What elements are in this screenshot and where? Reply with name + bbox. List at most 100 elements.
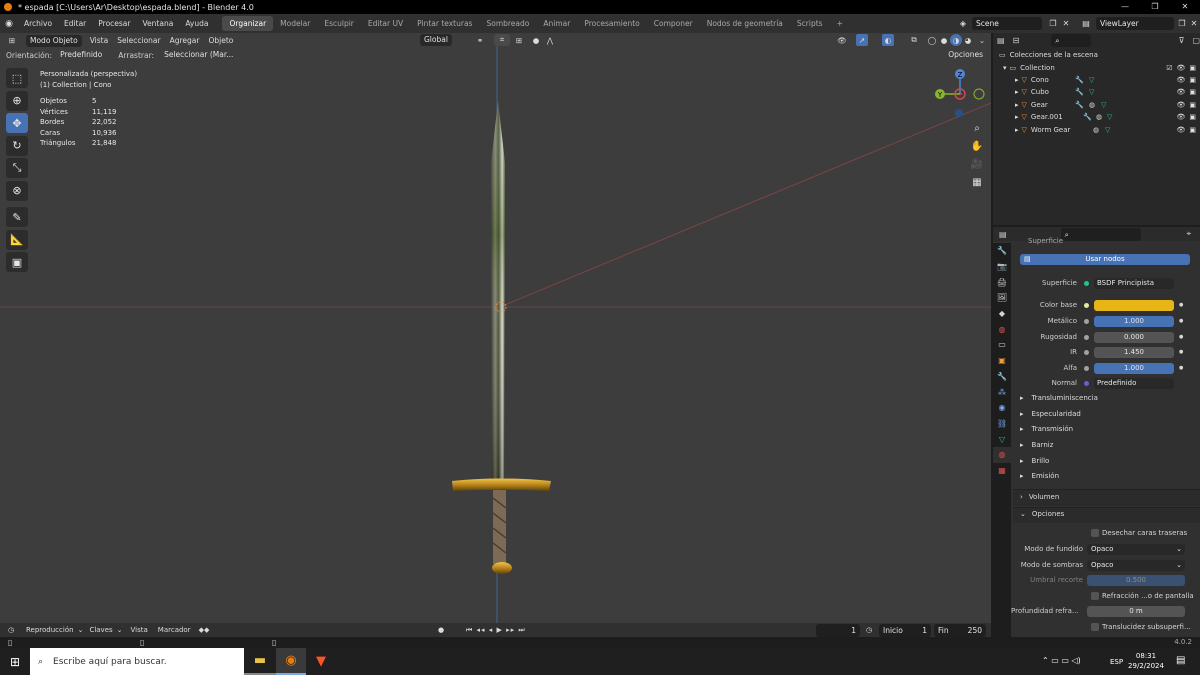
subsurface-checkbox[interactable]: Translucidez subsuperfi... [1091,623,1191,631]
subsection-transmision[interactable]: ▸ Transmisión [1020,425,1073,433]
start-frame-field[interactable]: Inicio 1 [879,624,931,637]
tab-componer[interactable]: Componer [647,16,700,31]
falloff-icon[interactable]: ⋀ [544,34,556,46]
menu-vista[interactable]: Vista [90,36,109,45]
material-tab-icon[interactable]: ◍ [993,446,1011,463]
pan-hand-icon[interactable]: ✋ [968,137,986,155]
taskbar-clock[interactable]: 08:31 29/2/2024 [1128,651,1164,671]
tab-sombreado[interactable]: Sombreado [479,16,536,31]
outliner-collection[interactable]: ▾ ▭ Collection ☑ 👁 ▣ [993,61,1200,73]
data-tab-icon[interactable]: ▽ [993,431,1011,447]
drag-selector[interactable]: Seleccionar (Mar... [160,49,237,61]
ior-field[interactable]: 1.450 [1094,346,1174,358]
menu-procesar[interactable]: Procesar [92,19,136,28]
proportional-edit-icon[interactable]: ● [530,34,542,46]
outliner-search-input[interactable]: ⌕ [1051,34,1091,47]
menu-vista-timeline[interactable]: Vista [131,626,148,634]
pin-icon[interactable]: ⌖ [1187,229,1192,239]
backface-checkbox[interactable]: Desechar caras traseras [1091,529,1187,537]
pivot-icon[interactable]: ⚭ [472,34,488,46]
move-icon[interactable]: ✥ [6,113,28,133]
outliner-item[interactable]: ▸ ▽ Gear 🔧 ◍ ▽ 👁 ▣ [993,99,1200,111]
world-tab-icon[interactable]: ◍ [993,321,1011,337]
tab-editar-uv[interactable]: Editar UV [361,16,410,31]
system-tray-icons[interactable]: ⌃ ▭ ▭ ◁) [1042,656,1081,665]
subsection-brillo[interactable]: ▸ Brillo [1020,457,1049,465]
display-mode-icon[interactable]: ⊟ [1013,36,1020,45]
annotate-icon[interactable]: ✎ [6,207,28,227]
clip-threshold-slider[interactable]: 0.500 [1087,574,1185,586]
tab-pintar-texturas[interactable]: Pintar texturas [410,16,479,31]
orientation-selector[interactable]: Predefinido [56,49,106,61]
use-nodes-button[interactable]: ▤ Usar nodos [1020,254,1190,265]
menu-claves[interactable]: Claves [89,626,112,634]
shading-options-icon[interactable]: ⌄ [976,34,988,46]
subsection-especularidad[interactable]: ▸ Especularidad [1020,410,1081,418]
outliner-item[interactable]: ▸ ▽ Gear.001 🔧 ◍ ▽ 👁 ▣ [993,111,1200,123]
new-collection-icon[interactable]: ▢ [1192,36,1200,45]
base-color-swatch[interactable] [1094,299,1174,311]
cursor-icon[interactable]: ⊕ [6,90,28,111]
view-layer-icon[interactable]: ▤ [1078,17,1094,30]
physics-tab-icon[interactable]: ◉ [993,400,1011,416]
gizmo-toggle-icon[interactable]: ↗ [856,34,868,46]
outliner-root[interactable]: ▭ Colecciones de la escena [993,49,1200,61]
object-tab-icon[interactable]: ▣ [993,353,1011,369]
menu-archivo[interactable]: Archivo [18,19,58,28]
scene-selector[interactable]: Scene [972,17,1042,30]
outliner-item[interactable]: ▸ ▽ Worm Gear ◍ ▽ 👁 ▣ [993,123,1200,135]
overlay-toggle-icon[interactable]: ◐ [882,34,894,46]
metallic-slider[interactable]: 1.000 [1094,315,1174,327]
refraction-checkbox[interactable]: Refracción ...o de pantalla [1091,592,1194,600]
navigation-gizmo[interactable]: Z Y [930,66,990,126]
shadow-mode-selector[interactable]: Opaco ⌄ [1087,559,1185,571]
notifications-icon[interactable]: ▤ [1176,655,1185,666]
alpha-slider[interactable]: 1.000 [1094,362,1174,374]
menu-reproduccion[interactable]: Reproducción [26,626,74,634]
record-icon[interactable]: ● [438,626,444,634]
menu-agregar[interactable]: Agregar [170,36,200,45]
clock-icon[interactable]: ◷ [866,626,872,634]
remove-scene-icon[interactable]: ✕ [1060,17,1072,30]
render-tab-icon[interactable]: 📷 [993,259,1011,275]
file-explorer-icon[interactable]: ▬ [244,648,276,675]
taskbar-search-input[interactable]: ⌕ Escribe aquí para buscar. [30,648,244,675]
measure-icon[interactable]: 📐 [6,229,28,250]
panel-opciones[interactable]: ⌄ Opciones [1020,510,1064,518]
transform-orientation-selector[interactable]: Global [420,34,452,46]
menu-ventana[interactable]: Ventana [137,19,180,28]
maximize-button[interactable]: ❐ [1140,0,1170,14]
new-scene-icon[interactable]: ❐ [1046,17,1060,30]
tab-organizar[interactable]: Organizar [222,16,274,31]
tab-esculpir[interactable]: Esculpir [317,16,361,31]
language-indicator[interactable]: ESP [1110,658,1123,666]
particles-tab-icon[interactable]: ⁂ [993,384,1011,400]
solid-shading-icon[interactable]: ● [938,34,950,46]
select-box-icon[interactable]: ⬚ [6,68,28,88]
scale-icon[interactable]: ⤡ [6,158,28,178]
remove-view-layer-icon[interactable]: ✕ [1188,17,1200,30]
refraction-depth-field[interactable]: 0 m [1087,605,1185,617]
editor-type-icon[interactable]: ▤ [997,36,1005,45]
tab-modelar[interactable]: Modelar [273,16,317,31]
xray-icon[interactable]: ⧉ [908,34,920,46]
playback-controls[interactable]: ⏮ ◂◂ ◂ ▶ ▸▸ ⏭ [466,626,526,635]
editor-type-icon[interactable]: ▤ [999,230,1007,239]
constraints-tab-icon[interactable]: ⛓ [993,416,1011,432]
outliner-item[interactable]: ▸ ▽ Cubo 🔧 ▽ 👁 ▣ [993,86,1200,98]
roughness-slider[interactable]: 0.000 [1094,331,1174,343]
filter-icon[interactable]: ⊽ [1179,36,1185,45]
modifier-tab-icon[interactable]: 🔧 [993,369,1011,385]
visibility-icon[interactable]: 👁 [834,34,850,46]
menu-editar[interactable]: Editar [58,19,92,28]
rotate-icon[interactable]: ↻ [6,135,28,156]
blend-mode-selector[interactable]: Opaco ⌄ [1087,543,1185,555]
end-frame-field[interactable]: Fin 250 [934,624,986,637]
snap-icon[interactable]: ⌗ [494,34,510,46]
zoom-icon[interactable]: ⌕ [968,119,986,137]
view-layer-tab-icon[interactable]: 🖼 [993,290,1011,306]
add-cube-icon[interactable]: ▣ [6,252,28,272]
new-view-layer-icon[interactable]: ❐ [1176,17,1188,30]
grid-icon[interactable]: ▦ [968,173,986,191]
add-workspace-button[interactable]: + [830,16,850,31]
